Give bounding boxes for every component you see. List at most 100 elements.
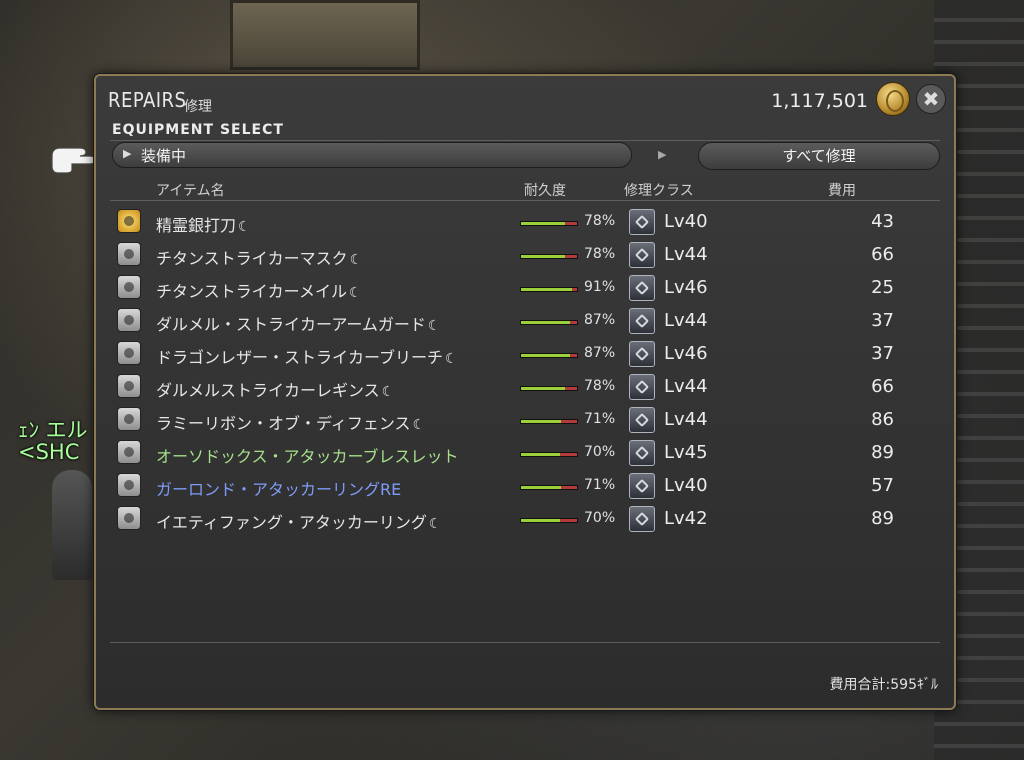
durability-bar: [520, 485, 578, 490]
durability-percent: 87%: [584, 345, 616, 361]
durability-bar-fill: [521, 420, 561, 423]
durability-bar: [520, 353, 578, 358]
item-name-text: イエティファング・アタッカーリング: [156, 513, 427, 532]
goldsmith-icon: [629, 473, 655, 499]
repair-cost: 86: [871, 409, 894, 430]
background-window: [230, 0, 420, 70]
hq-icon: ☾: [349, 252, 363, 268]
repairs-window: REPAIRS 修理 1,117,501 ✖ EQUIPMENT SELECT …: [94, 74, 956, 710]
durability-bar-fill: [521, 321, 570, 324]
repair-level: Lv44: [664, 244, 708, 265]
weaver-icon: [629, 407, 655, 433]
hq-icon: ☾: [445, 351, 458, 367]
item-row[interactable]: ダルメルストライカーレギンス ☾ 78% Lv44 66: [114, 371, 944, 404]
hq-icon: ☾: [427, 318, 441, 334]
item-list: 精霊銀打刀 ☾ 78% Lv40 43 チタンストライカーマスク ☾ 78% Lv44 66 チタン…: [114, 206, 944, 536]
repair-all-button[interactable]: すべて修理: [698, 142, 940, 170]
durability-bar-fill: [521, 255, 565, 258]
triangle-right-icon: ▶: [123, 147, 132, 160]
leatherworker-icon: [629, 341, 655, 367]
durability-bar: [520, 452, 578, 457]
durability-percent: 91%: [584, 279, 616, 295]
durability-bar: [520, 320, 578, 325]
category-value: 装備中: [141, 147, 187, 165]
repair-cost: 37: [871, 343, 894, 364]
item-name: ドラゴンレザー・ストライカーブリーチ ☾: [156, 344, 458, 368]
durability-bar-fill: [521, 288, 572, 291]
item-row[interactable]: ダルメル・ストライカーアームガード ☾ 87% Lv44 37: [114, 305, 944, 338]
item-row[interactable]: オーソドックス・アタッカーブレスレット 70% Lv45 89: [114, 437, 944, 470]
window-title: REPAIRS: [108, 88, 187, 112]
item-row[interactable]: イエティファング・アタッカーリング ☾ 70% Lv42 89: [114, 503, 944, 536]
hand-pointer-icon: [51, 147, 97, 174]
durability-percent: 70%: [584, 444, 616, 460]
repair-level: Lv45: [664, 442, 708, 463]
hq-icon: ☾: [412, 417, 426, 433]
header-item-name: アイテム名: [156, 183, 225, 199]
item-name: 精霊銀打刀 ☾: [156, 212, 251, 236]
durability-percent: 71%: [584, 411, 616, 427]
goldsmith-icon: [629, 440, 655, 466]
blacksmith-icon: [629, 209, 655, 235]
durability-bar: [520, 221, 578, 226]
repair-cost: 66: [871, 376, 894, 397]
repair-level: Lv40: [664, 211, 708, 232]
hq-icon: ☾: [381, 384, 395, 400]
item-row[interactable]: 精霊銀打刀 ☾ 78% Lv40 43: [114, 206, 944, 239]
mask-icon: [117, 242, 141, 266]
durability-bar: [520, 287, 578, 292]
durability-bar: [520, 419, 578, 424]
header-repair-class: 修理クラス: [624, 183, 694, 199]
item-name: ダルメルストライカーレギンス ☾: [156, 377, 394, 401]
item-name-text: ドラゴンレザー・ストライカーブリーチ: [156, 348, 444, 367]
close-button[interactable]: ✖: [916, 84, 946, 114]
header-durability: 耐久度: [524, 183, 566, 199]
sword-icon: [117, 209, 141, 233]
belt-icon: [117, 407, 141, 431]
item-row[interactable]: ガーロンド・アタッカーリングRE 71% Lv40 57: [114, 470, 944, 503]
durability-bar-fill: [521, 519, 561, 522]
item-name-text: ガーロンド・アタッカーリングRE: [156, 480, 402, 499]
item-row[interactable]: ラミーリボン・オブ・ディフェンス ☾ 71% Lv44 86: [114, 404, 944, 437]
repair-level: Lv42: [664, 508, 708, 529]
item-row[interactable]: ドラゴンレザー・ストライカーブリーチ ☾ 87% Lv46 37: [114, 338, 944, 371]
item-name-text: ダルメル・ストライカーアームガード: [156, 315, 426, 334]
legs-icon: [117, 341, 141, 365]
durability-bar-fill: [521, 453, 561, 456]
repair-cost: 43: [871, 211, 894, 232]
durability-bar-fill: [521, 222, 565, 225]
hq-icon: ☾: [428, 516, 442, 532]
durability-percent: 70%: [584, 510, 616, 526]
total-cost: 費用合計:595ｷﾞﾙ: [829, 677, 938, 693]
durability-percent: 71%: [584, 477, 616, 493]
repair-level: Lv46: [664, 343, 708, 364]
boots-icon: [117, 374, 141, 398]
background-character: [52, 470, 92, 580]
item-name: ガーロンド・アタッカーリングRE: [156, 476, 401, 500]
divider: [110, 140, 940, 141]
repair-cost: 89: [871, 508, 894, 529]
item-row[interactable]: チタンストライカーメイル ☾ 91% Lv46 25: [114, 272, 944, 305]
window-title-jp: 修理: [184, 99, 212, 115]
divider: [110, 200, 940, 201]
equipment-category-dropdown[interactable]: ▶ 装備中: [112, 142, 632, 168]
repair-level: Lv44: [664, 409, 708, 430]
item-row[interactable]: チタンストライカーマスク ☾ 78% Lv44 66: [114, 239, 944, 272]
item-name: チタンストライカーマスク ☾: [156, 245, 362, 269]
durability-percent: 78%: [584, 213, 616, 229]
item-name-text: チタンストライカーマスク: [156, 249, 348, 268]
gil-amount: 1,117,501: [771, 90, 868, 112]
gil-coin-icon: [876, 82, 910, 116]
divider: [110, 642, 940, 643]
item-name: イエティファング・アタッカーリング ☾: [156, 509, 441, 533]
repair-cost: 37: [871, 310, 894, 331]
goldsmith-icon: [629, 506, 655, 532]
hq-icon: ☾: [238, 219, 251, 235]
item-name: チタンストライカーメイル ☾: [156, 278, 362, 302]
repair-cost: 66: [871, 244, 894, 265]
durability-bar: [520, 518, 578, 523]
repair-level: Lv44: [664, 310, 708, 331]
repair-cost: 25: [871, 277, 894, 298]
durability-percent: 87%: [584, 312, 616, 328]
body-armor-icon: [117, 275, 141, 299]
